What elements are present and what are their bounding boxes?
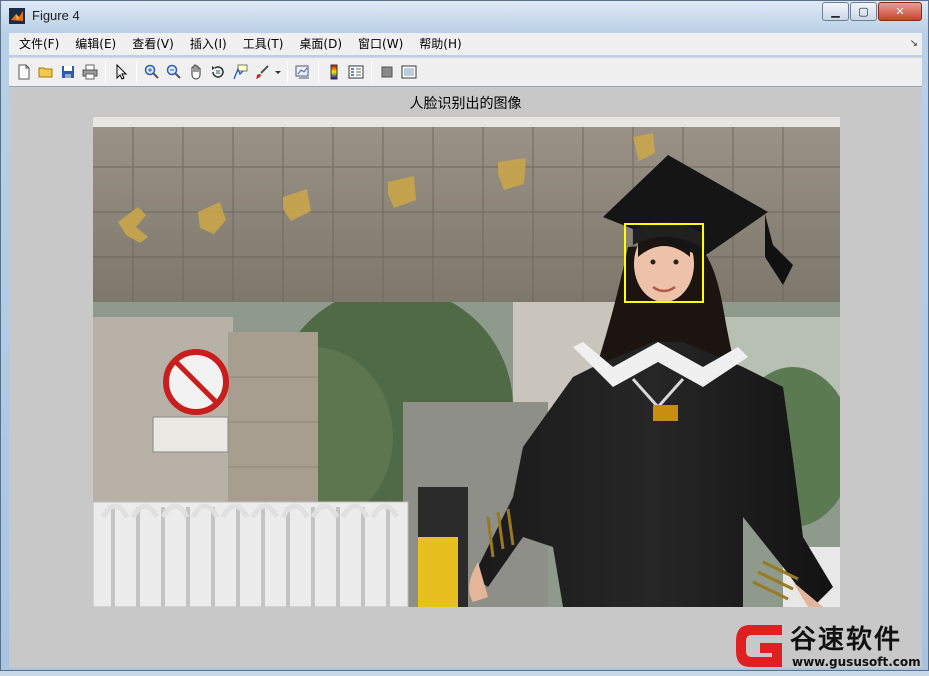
face-detection-image [93,117,840,607]
maximize-icon: ▢ [858,5,869,18]
toolbar-separator [287,62,288,82]
save-icon[interactable] [57,61,79,83]
watermark-url: www.gususoft.com [792,655,921,669]
hide-plot-tools-icon[interactable] [376,61,398,83]
data-cursor-icon[interactable] [229,61,251,83]
pointer-icon[interactable] [110,61,132,83]
menu-help[interactable]: 帮助(H) [411,33,469,55]
close-icon: ✕ [895,5,905,18]
zoom-in-icon[interactable] [141,61,163,83]
open-file-icon[interactable] [35,61,57,83]
menu-edit[interactable]: 编辑(E) [67,33,124,55]
dropdown-arrow-icon[interactable] [273,61,283,83]
menu-view[interactable]: 查看(V) [124,33,182,55]
link-plot-icon[interactable] [292,61,314,83]
face-detection-box [624,223,704,303]
photo-scene [93,117,840,607]
menu-file[interactable]: 文件(F) [9,33,67,55]
brush-icon[interactable] [251,61,273,83]
window-title: Figure 4 [32,8,80,23]
watermark: 谷速软件 www.gususoft.com [732,617,929,672]
toolbar-separator [318,62,319,82]
print-icon[interactable] [79,61,101,83]
axes-title: 人脸识别出的图像 [409,96,522,112]
close-button[interactable]: ✕ [878,2,922,21]
caption-buttons: ▁ ▢ ✕ [821,2,922,21]
menu-desktop[interactable]: 桌面(D) [291,33,350,55]
toolbar-separator [136,62,137,82]
figure-canvas: 人脸识别出的图像 [9,88,922,668]
menu-tools[interactable]: 工具(T) [235,33,292,55]
legend-icon[interactable] [345,61,367,83]
minimize-icon: ▁ [831,5,840,18]
pan-hand-icon[interactable] [185,61,207,83]
toolbar-separator [371,62,372,82]
new-figure-icon[interactable] [13,61,35,83]
matlab-icon [9,8,25,24]
menu-window[interactable]: 窗口(W) [350,33,411,55]
menu-bar: 文件(F) 编辑(E) 查看(V) 插入(I) 工具(T) 桌面(D) 窗口(W… [9,33,922,55]
menu-insert[interactable]: 插入(I) [182,33,235,55]
minimize-button[interactable]: ▁ [822,2,849,21]
menu-overflow-icon[interactable]: ↘ [910,38,918,49]
watermark-brand: 谷速软件 [790,625,903,655]
show-plot-tools-icon[interactable] [398,61,420,83]
toolbar-separator [105,62,106,82]
title-bar[interactable]: Figure 4 ▁ ▢ ✕ [1,1,928,31]
gusu-logo-icon [736,625,782,667]
maximize-button[interactable]: ▢ [850,2,877,21]
zoom-out-icon[interactable] [163,61,185,83]
rotate-3d-icon[interactable] [207,61,229,83]
colorbar-icon[interactable] [323,61,345,83]
figure-window: Figure 4 ▁ ▢ ✕ 文件(F) 编辑(E) 查看(V) 插入(I) 工… [0,0,929,671]
figure-toolbar [9,57,922,87]
